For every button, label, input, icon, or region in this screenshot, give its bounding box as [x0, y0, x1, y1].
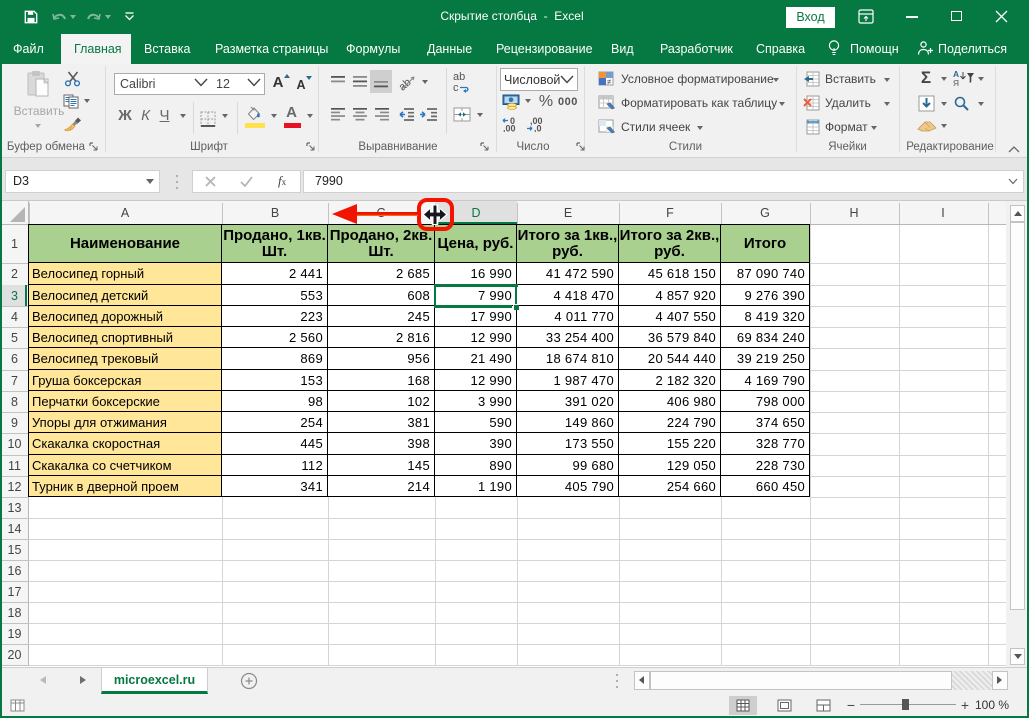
svg-text:≠: ≠: [607, 78, 612, 87]
svg-text:,00: ,00: [503, 124, 516, 133]
svg-text:ab: ab: [398, 76, 414, 92]
svg-text:c: c: [453, 82, 459, 94]
svg-text:Я: Я: [953, 78, 959, 87]
svg-text:,0: ,0: [534, 124, 542, 133]
